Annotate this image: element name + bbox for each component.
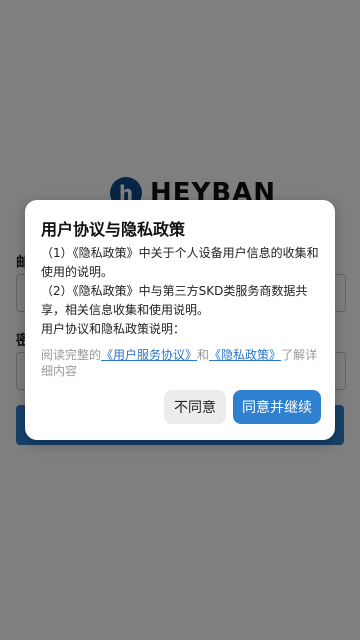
agreement-middle: 和 — [197, 348, 210, 362]
disagree-button[interactable]: 不同意 — [164, 390, 226, 424]
privacy-policy-link[interactable]: 《隐私政策》 — [209, 348, 281, 362]
privacy-dialog: 用户协议与隐私政策 （1）《隐私政策》中关于个人设备用户信息的收集和使用的说明。… — [25, 200, 335, 440]
terms-of-service-link[interactable]: 《用户服务协议》 — [101, 348, 197, 362]
agreement-prefix: 阅读完整的 — [41, 348, 102, 362]
paragraph-privacy-collection: （1）《隐私政策》中关于个人设备用户信息的收集和使用的说明。 — [41, 246, 319, 279]
paragraph-policy-intro: 用户协议和隐私政策说明： — [41, 322, 186, 336]
dialog-title: 用户协议与隐私政策 — [41, 220, 186, 239]
agree-continue-button[interactable]: 同意并继续 — [233, 390, 321, 424]
dialog-body: （1）《隐私政策》中关于个人设备用户信息的收集和使用的说明。 （2）《隐私政策》… — [41, 244, 321, 339]
agreement-text: 阅读完整的《用户服务协议》和《隐私政策》了解详细内容 — [41, 347, 321, 379]
paragraph-third-party-sharing: （2）《隐私政策》中与第三方SKD类服务商数据共享，相关信息收集和使用说明。 — [41, 284, 308, 317]
